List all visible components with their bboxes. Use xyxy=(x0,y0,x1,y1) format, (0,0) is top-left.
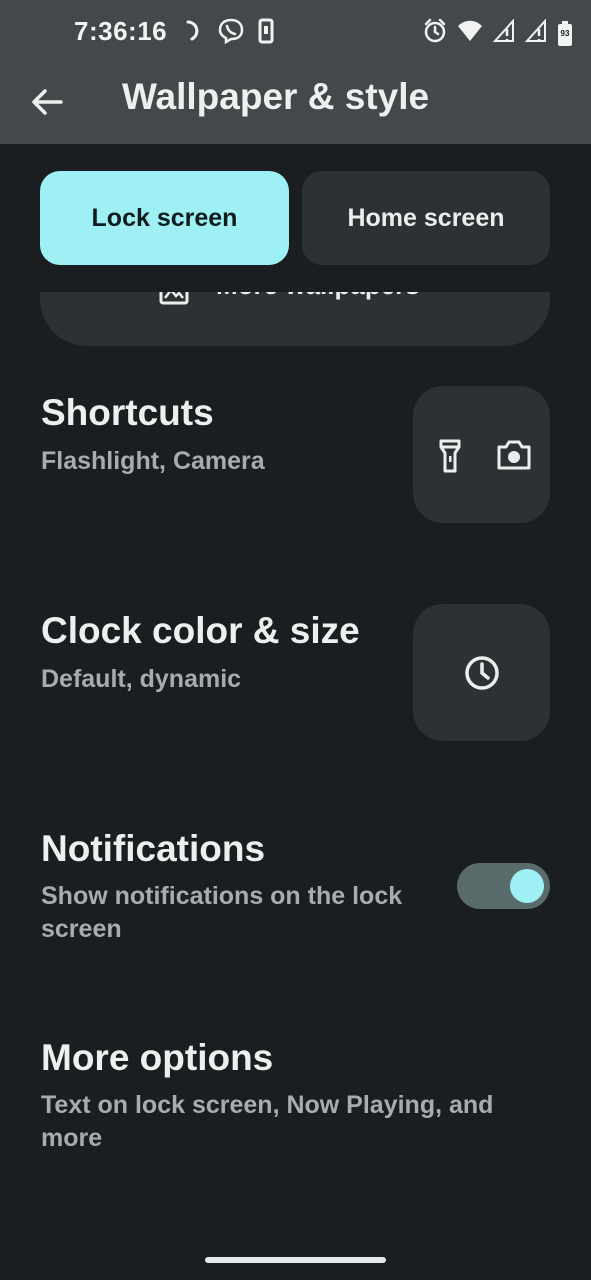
camera-icon xyxy=(496,440,532,475)
tab-lock-screen[interactable]: Lock screen xyxy=(40,171,289,265)
more-wallpapers-button[interactable]: More wallpapers xyxy=(40,292,550,346)
page-title: Wallpaper & style xyxy=(122,76,430,117)
shortcuts-tile[interactable] xyxy=(413,386,550,523)
more-options-subtitle: Text on lock screen, Now Playing, and mo… xyxy=(41,1091,494,1152)
notifications-title: Notifications xyxy=(41,828,266,869)
alarm-icon xyxy=(423,18,447,49)
viber-icon xyxy=(218,18,244,49)
clock-subtitle: Default, dynamic xyxy=(41,665,242,693)
shortcuts-title: Shortcuts xyxy=(41,392,214,433)
gesture-nav-handle[interactable] xyxy=(205,1257,386,1263)
flashlight-icon xyxy=(439,439,461,478)
status-right-icons: 93 xyxy=(423,18,573,49)
notifications-subtitle: Show notifications on the lock screen xyxy=(41,882,403,943)
screen-tabs: Lock screen Home screen xyxy=(40,171,550,265)
toggle-knob xyxy=(510,869,544,903)
clock-icon xyxy=(464,655,500,696)
arrow-back-icon xyxy=(32,89,63,115)
signal-icon xyxy=(524,18,547,48)
more-options-title: More options xyxy=(41,1037,274,1078)
more-wallpapers-clip: More wallpapers xyxy=(40,292,550,346)
notifications-toggle[interactable] xyxy=(457,863,550,909)
tab-home-screen[interactable]: Home screen xyxy=(302,171,550,265)
more-wallpapers-label: More wallpapers xyxy=(216,292,420,301)
battery-icon: 93 xyxy=(557,20,573,47)
status-left-icons xyxy=(180,18,274,49)
phone-icon xyxy=(258,18,274,49)
shortcuts-subtitle: Flashlight, Camera xyxy=(41,447,265,475)
back-button[interactable] xyxy=(28,82,68,122)
clock-tile[interactable] xyxy=(413,604,550,741)
clock-title: Clock color & size xyxy=(41,610,360,651)
sync-icon xyxy=(180,18,204,49)
wifi-icon xyxy=(457,19,483,48)
signal-icon xyxy=(492,18,515,48)
battery-level: 93 xyxy=(560,28,570,38)
app-bar: Wallpaper & style xyxy=(0,64,591,144)
status-bar: 7:36:16 93 xyxy=(0,0,591,64)
wallpaper-icon xyxy=(158,292,190,311)
status-time: 7:36:16 xyxy=(74,16,168,46)
